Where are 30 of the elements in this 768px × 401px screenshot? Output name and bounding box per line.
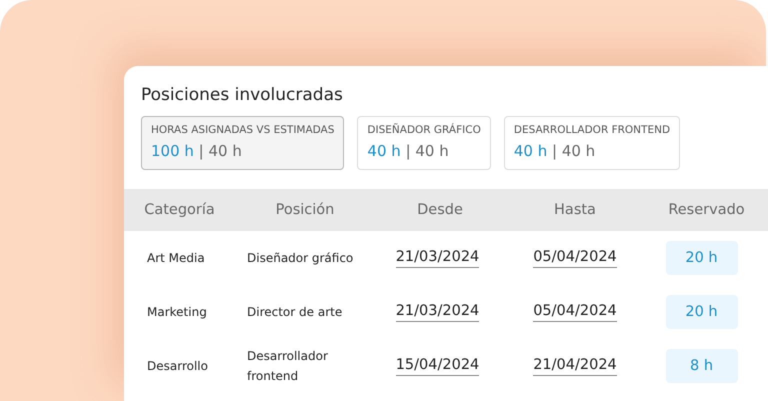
hours-badge: 8 h [666,349,738,383]
hours-badge: 20 h [666,241,738,275]
date-field[interactable]: 05/04/2024 [533,248,617,268]
summary-card[interactable]: DISEÑADOR GRÁFICO 40 h | 40 h [357,116,491,170]
hours-value: 100 h | 40 h [151,142,243,160]
column-header: Categoría [143,202,216,218]
column-header: Reservado [667,202,746,218]
column-header: Desde [416,202,464,218]
table-cell-text: Marketing [146,305,208,319]
summary-label: DISEÑADOR GRÁFICO [367,124,481,136]
section-title: Posiciones involucradas [141,84,344,106]
hours-value: 40 h | 40 h [367,142,450,160]
column-header: Hasta [553,202,597,218]
date-field[interactable]: 21/04/2024 [533,356,617,376]
hours-badge: 20 h [666,295,738,329]
table-cell-text: Diseñador gráfico [246,250,354,267]
table-cell-text: Director de arte [246,304,344,321]
summary-card[interactable]: DESARROLLADOR FRONTEND 40 h | 40 h [504,116,680,170]
column-header: Posición [274,202,336,218]
date-field[interactable]: 21/03/2024 [396,302,480,322]
date-field[interactable]: 05/04/2024 [533,302,617,322]
summary-card[interactable]: HORAS ASIGNADAS VS ESTIMADAS 100 h | 40 h [141,116,344,170]
table-cell-text: Art Media [146,251,206,265]
summary-label: DESARROLLADOR FRONTEND [514,124,670,136]
hours-value: 40 h | 40 h [514,142,596,160]
table-cell-text: Desarrollo [146,359,209,373]
table-cell-text: Desarrollador frontend [246,348,329,385]
date-field[interactable]: 21/03/2024 [396,248,480,268]
summary-label: HORAS ASIGNADAS VS ESTIMADAS [151,124,334,136]
date-field[interactable]: 15/04/2024 [396,356,480,376]
